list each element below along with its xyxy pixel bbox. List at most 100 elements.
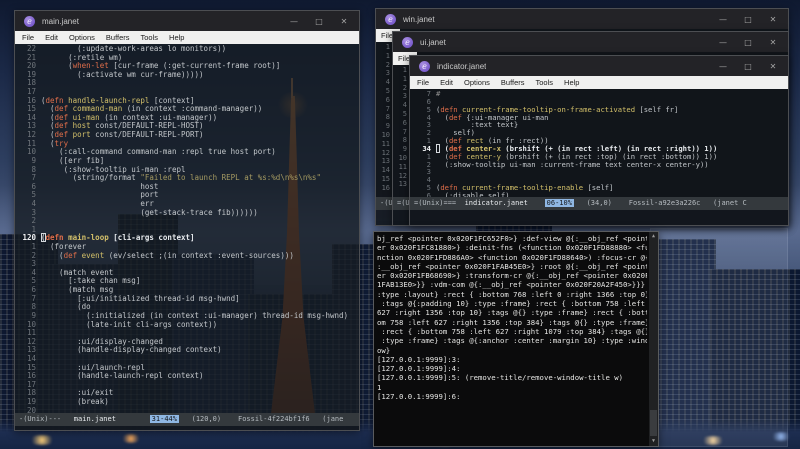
repl-line: 627 :right 1356 :top 10} :tags @{} :type… bbox=[377, 308, 647, 318]
line-number: 13 bbox=[398, 180, 407, 189]
line-number: 3 bbox=[31, 259, 36, 269]
code-line[interactable]: 13 (handle-display-changed context) bbox=[15, 346, 359, 355]
line-number: 8 bbox=[385, 113, 390, 122]
repl-line: om 758 :left 627 :right 1356 :top 384} :… bbox=[377, 317, 647, 327]
menu-item-buffers[interactable]: Buffers bbox=[501, 78, 525, 87]
menu-item-help[interactable]: Help bbox=[564, 78, 579, 87]
menu-item-file[interactable]: File bbox=[22, 33, 34, 42]
menu-item-options[interactable]: Options bbox=[69, 33, 95, 42]
scrollbar[interactable]: ▲ ▼ bbox=[649, 232, 658, 446]
scroll-down-icon[interactable]: ▼ bbox=[649, 437, 658, 446]
city-light bbox=[28, 435, 56, 445]
line-number: 9 bbox=[385, 122, 390, 131]
repl-line: [127.0.0.1:9999]:5: (remove-title/remove… bbox=[377, 373, 624, 383]
close-button[interactable]: ✕ bbox=[338, 17, 350, 26]
window-main-janet: e main.janet — □ ✕ File Edit Options Buffer… bbox=[14, 10, 360, 431]
minimize-button[interactable]: — bbox=[717, 15, 729, 24]
menu-item-options[interactable]: Options bbox=[464, 78, 490, 87]
modeline-text bbox=[528, 199, 545, 207]
minimize-button[interactable]: — bbox=[288, 17, 300, 26]
city-light bbox=[120, 434, 142, 443]
titlebar[interactable]: e ui.janet — □ ✕ bbox=[393, 32, 788, 52]
titlebar[interactable]: e win.janet — □ ✕ bbox=[376, 9, 788, 29]
repl-line: [127.0.0.1:9999]:4: bbox=[377, 364, 461, 374]
repl-line: [127.0.0.1:9999]:6: bbox=[377, 392, 461, 402]
code-line[interactable]: 2 bbox=[15, 217, 359, 226]
line-number: 15 bbox=[381, 174, 390, 183]
maximize-button[interactable]: □ bbox=[313, 17, 325, 26]
maximize-button[interactable]: □ bbox=[742, 15, 754, 24]
code-line[interactable]: 2 (:show-tooltip ui-man :current-frame t… bbox=[410, 160, 788, 169]
close-button[interactable]: ✕ bbox=[767, 38, 779, 47]
code-line[interactable]: 18 bbox=[15, 79, 359, 88]
menu-item-file[interactable]: File bbox=[417, 78, 429, 87]
menu-item-tools[interactable]: Tools bbox=[536, 78, 554, 87]
titlebar[interactable]: e indicator.janet — □ ✕ bbox=[410, 56, 788, 76]
code-line[interactable]: 19 (break) bbox=[15, 397, 359, 407]
window-title: win.janet bbox=[403, 14, 435, 24]
modeline-text: (120,0) bbox=[178, 415, 238, 423]
line-number: 12 bbox=[398, 171, 407, 180]
menu-item-edit[interactable]: Edit bbox=[45, 33, 58, 42]
window-repl-console[interactable]: bj_ref <pointer 0x020F1FC652F0>} :def-vi… bbox=[373, 231, 659, 447]
modeline-text: -(Unix)--- bbox=[19, 415, 74, 423]
code-line[interactable]: 16 (handle-launch-repl context) bbox=[15, 371, 359, 381]
line-number: 6 bbox=[31, 181, 36, 191]
repl-line: er 0x020F1FB68690>} :transform-cr @{:__o… bbox=[377, 271, 647, 281]
repl-line: [127.0.0.1:9999]:3: bbox=[377, 354, 461, 364]
emacs-icon: e bbox=[385, 13, 396, 25]
minibuffer[interactable] bbox=[410, 210, 788, 225]
code-editor[interactable]: 22 (:update-work-areas lo monitors)) 21 (… bbox=[15, 44, 359, 413]
code-line[interactable]: 2 (def event (ev/select ;(in context :ev… bbox=[15, 250, 359, 261]
line-number: 10 bbox=[398, 153, 407, 162]
scrollbar-thumb[interactable] bbox=[650, 410, 657, 436]
line-number: 7 bbox=[31, 293, 36, 303]
line-number: 1 bbox=[385, 51, 390, 60]
repl-line: :__obj_ref <pointer 0x020F1FAB45E0>} :ro… bbox=[377, 261, 647, 271]
line-number: 7 bbox=[385, 104, 390, 113]
code-line[interactable]: 3 bbox=[410, 168, 788, 176]
modeline-position-badge: 31-44% bbox=[149, 415, 179, 423]
minimize-button[interactable]: — bbox=[717, 62, 729, 71]
menu-item-help[interactable]: Help bbox=[169, 33, 184, 42]
line-number: 6 bbox=[31, 285, 36, 295]
line-number: 11 bbox=[381, 139, 390, 148]
close-button[interactable]: ✕ bbox=[767, 62, 779, 71]
minibuffer[interactable] bbox=[15, 426, 359, 430]
line-number: 7 bbox=[402, 127, 407, 136]
line-number: 3 bbox=[426, 167, 431, 177]
code-editor[interactable]: 7 #6 5 (defn current-frame-tooltip-on-frame… bbox=[410, 89, 788, 197]
minimize-button[interactable]: — bbox=[717, 38, 729, 47]
emacs-icon: e bbox=[419, 60, 430, 72]
menu-bar: File Edit Options Buffers Tools Help bbox=[410, 76, 788, 89]
line-number: 3 bbox=[385, 69, 390, 78]
line-number: 2 bbox=[31, 250, 36, 260]
titlebar[interactable]: e main.janet — □ ✕ bbox=[15, 11, 359, 31]
code-line[interactable]: 3 (get-stack-trace fib)))))) bbox=[15, 208, 359, 218]
repl-output[interactable]: bj_ref <pointer 0x020F1FC652F0>} :def-vi… bbox=[377, 234, 647, 444]
line-number: 11 bbox=[398, 162, 407, 171]
maximize-button[interactable]: □ bbox=[742, 38, 754, 47]
close-button[interactable]: ✕ bbox=[767, 15, 779, 24]
code-line[interactable]: 10 (late-init cli-args context)) bbox=[15, 320, 359, 330]
line-number: 8 bbox=[31, 302, 36, 312]
emacs-icon: e bbox=[402, 36, 413, 48]
scroll-up-icon[interactable]: ▲ bbox=[649, 232, 658, 241]
repl-line: :type :frame} :tags @{:anchor :center :m… bbox=[377, 336, 647, 346]
code-line[interactable]: 7 # bbox=[410, 90, 788, 98]
window-title: main.janet bbox=[42, 16, 79, 26]
line-number: 16 bbox=[381, 183, 390, 192]
menu-bar: File Edit Options Buffers Tools Help bbox=[15, 31, 359, 44]
menu-item-edit[interactable]: Edit bbox=[440, 78, 453, 87]
maximize-button[interactable]: □ bbox=[742, 62, 754, 71]
emacs-icon: e bbox=[24, 15, 35, 27]
line-number: 6 bbox=[426, 96, 431, 106]
menu-item-buffers[interactable]: Buffers bbox=[106, 33, 130, 42]
line-number: 13 bbox=[381, 157, 390, 166]
code-line[interactable]: 19 (:activate wm cur-frame))))) bbox=[15, 70, 359, 80]
modeline-text: -(U bbox=[380, 199, 393, 207]
modeline-text: Fossil-4f224bf1f6 (jane bbox=[237, 415, 344, 423]
window-indicator-janet: e indicator.janet — □ ✕ File Edit Options B… bbox=[409, 55, 789, 226]
repl-line: :tags @{:padding 10} :type :frame} :rect… bbox=[377, 299, 645, 309]
menu-item-tools[interactable]: Tools bbox=[141, 33, 159, 42]
